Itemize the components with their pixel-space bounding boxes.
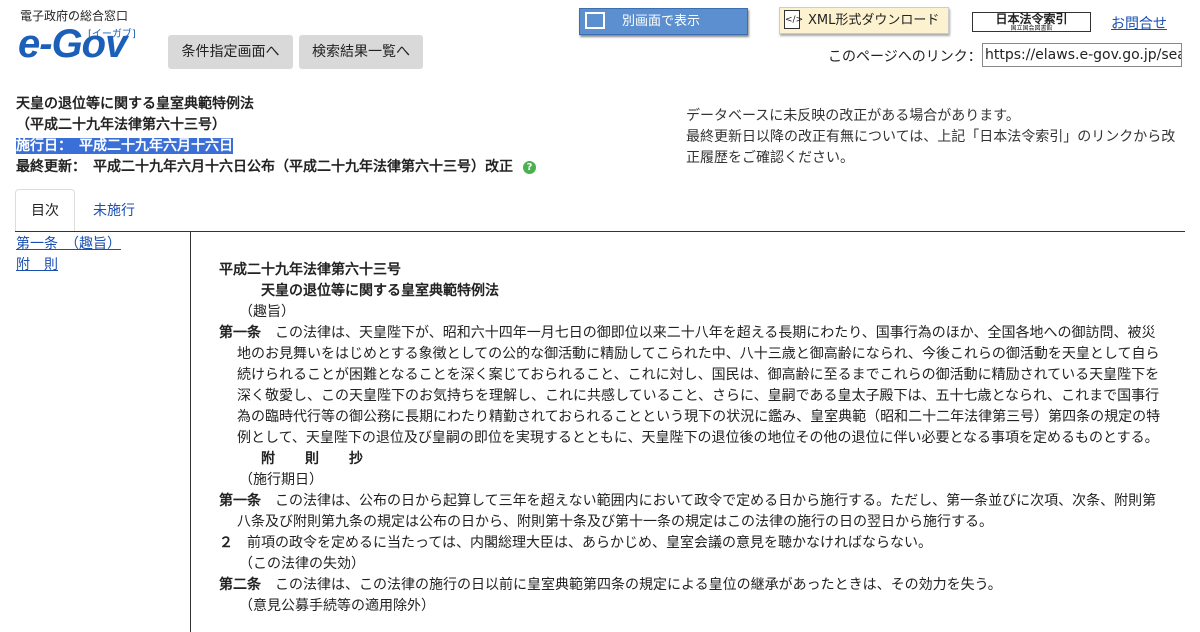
notice-line1: データベースに未反映の改正がある場合があります。	[686, 108, 1020, 124]
db-notice: データベースに未反映の改正がある場合があります。 最終更新日以降の改正有無につい…	[686, 106, 1186, 169]
law-content: 平成二十九年法律第六十三号 天皇の退位等に関する皇室典範特例法 （趣旨） 第一条…	[219, 260, 1161, 617]
law-header: 天皇の退位等に関する皇室典範特例法 （平成二十九年法律第六十三号） 施行日： 平…	[16, 94, 536, 178]
law-index-label: 日本法令索引	[995, 12, 1068, 26]
effective-date-row: 施行日： 平成二十九年六月十六日	[16, 136, 536, 157]
last-updated-row: 最終更新： 平成二十九年六月十六日公布（平成二十九年法律第六十三号）改正?	[16, 157, 536, 178]
law-index-link[interactable]: 日本法令索引 国立国会図書館	[972, 12, 1091, 32]
supplementary-heading: 附 則 抄	[261, 451, 371, 467]
notice-line2: 最終更新日以降の改正有無については、上記「日本法令索引」のリンクから改正履歴をご…	[686, 129, 1176, 166]
condition-screen-button[interactable]: 条件指定画面へ	[168, 35, 293, 69]
suppl-article-1-text: この法律は、公布の日から起算して三年を超えない範囲内において政令で定める日から施…	[237, 493, 1157, 530]
contact-link[interactable]: お問合せ	[1111, 13, 1167, 33]
search-results-button[interactable]: 検索結果一覧へ	[299, 35, 423, 69]
effective-date: 平成二十九年六月十六日	[79, 138, 233, 154]
law-number: （平成二十九年法律第六十三号）	[16, 117, 226, 133]
page-link-label: このページへのリンク：	[828, 49, 982, 65]
suppl-article-2-text: この法律は、この法律の施行の日以前に皇室典範第四条の規定による皇位の継承があった…	[275, 577, 1002, 593]
separate-window-button[interactable]: 別画面で表示	[579, 8, 748, 35]
caption-purpose: （趣旨）	[239, 304, 295, 320]
suppl-paragraph-2-label: ２	[219, 535, 233, 551]
suppl-article-1: 第一条 この法律は、公布の日から起算して三年を超えない範囲内において政令で定める…	[219, 491, 1161, 533]
toc-item-article1[interactable]: 第一条 （趣旨）	[16, 234, 121, 255]
sidebar-divider	[190, 232, 191, 632]
suppl-article-2-label: 第二条	[219, 577, 261, 593]
xml-download-button[interactable]: </> XML形式ダウンロード	[779, 7, 949, 34]
caption-expiry: （この法律の失効）	[239, 556, 365, 572]
article-1-text: この法律は、天皇陛下が、昭和六十四年一月七日の御即位以来二十八年を超える長期にわ…	[237, 325, 1161, 446]
toc-sidebar: 第一条 （趣旨） 附 則	[16, 234, 121, 276]
logo-sub: [イーガブ]	[88, 29, 136, 40]
tab-not-enforced[interactable]: 未施行	[93, 200, 135, 220]
separate-window-label: 別画面で表示	[622, 14, 701, 29]
article-1: 第一条 この法律は、天皇陛下が、昭和六十四年一月七日の御即位以来二十八年を超える…	[219, 323, 1161, 449]
effective-label: 施行日：	[16, 138, 65, 154]
updated-label: 最終更新：	[16, 159, 79, 175]
suppl-article-2: 第二条 この法律は、この法律の施行の日以前に皇室典範第四条の規定による皇位の継承…	[219, 575, 1161, 596]
suppl-paragraph-2-text: 前項の政令を定めるに当たっては、内閣総理大臣は、あらかじめ、皇室会議の意見を聴か…	[247, 535, 933, 551]
content-law-title: 天皇の退位等に関する皇室典範特例法	[261, 283, 499, 299]
updated-value: 平成二十九年六月十六日公布（平成二十九年法律第六十三号）改正	[93, 159, 513, 175]
content-law-number: 平成二十九年法律第六十三号	[219, 262, 401, 278]
toc-item-supplementary[interactable]: 附 則	[16, 255, 121, 276]
tab-toc[interactable]: 目次	[15, 189, 75, 232]
caption-exemption: （意見公募手続等の適用除外）	[239, 598, 435, 614]
xml-file-icon: </>	[784, 10, 803, 29]
xml-download-label: XML形式ダウンロード	[808, 13, 940, 28]
law-index-sub: 国立国会図書館	[1010, 25, 1053, 32]
suppl-paragraph-2: ２ 前項の政令を定めるに当たっては、内閣総理大臣は、あらかじめ、皇室会議の意見を…	[219, 533, 1161, 554]
page-link-input[interactable]: https://elaws.e-gov.go.jp/search	[982, 43, 1182, 67]
caption-effective: （施行期日）	[239, 472, 323, 488]
article-1-label: 第一条	[219, 325, 261, 341]
help-icon[interactable]: ?	[523, 160, 536, 174]
law-title: 天皇の退位等に関する皇室典範特例法	[16, 96, 254, 112]
window-icon	[585, 12, 605, 29]
suppl-article-1-label: 第一条	[219, 493, 261, 509]
